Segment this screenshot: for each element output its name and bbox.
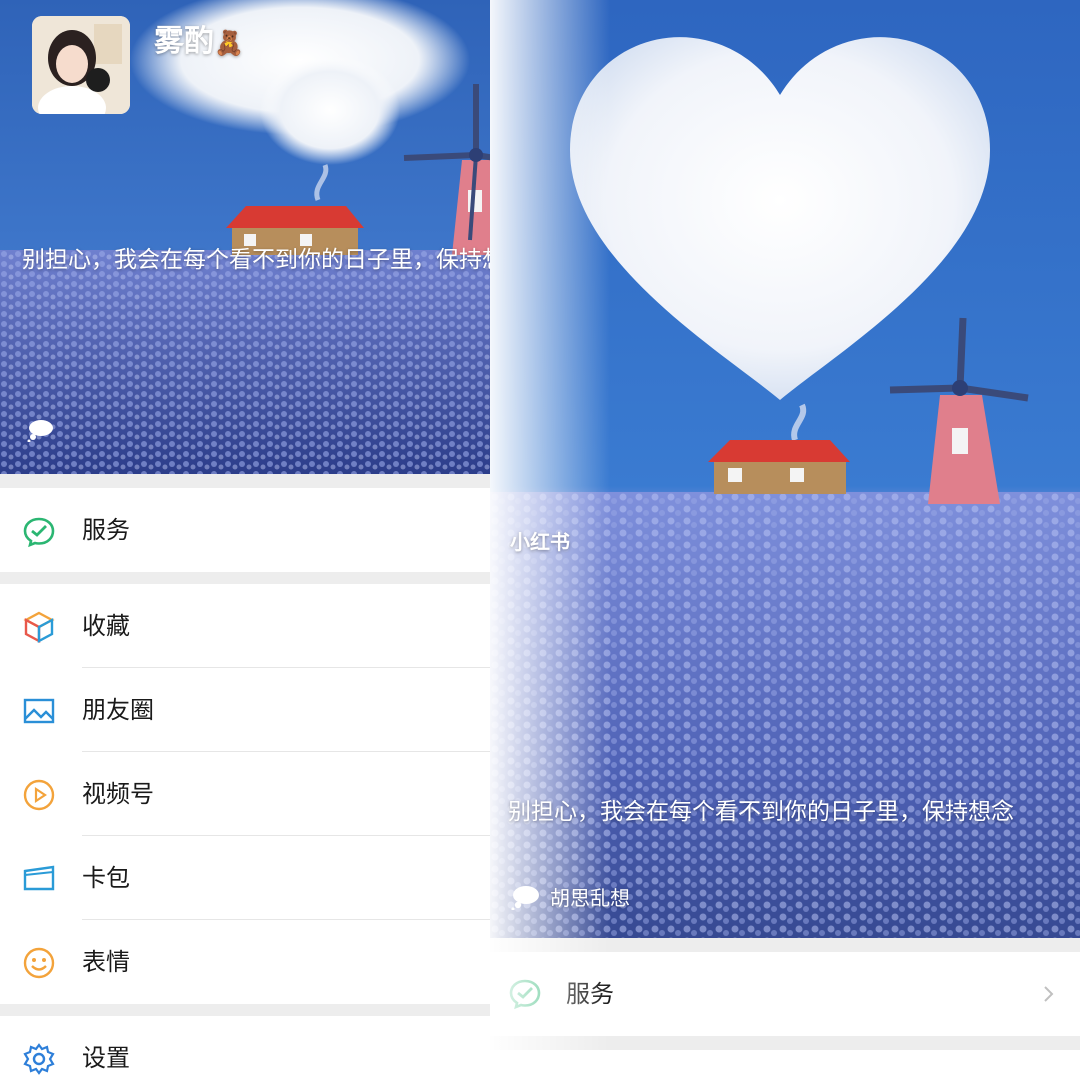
menu-item-label: 服务 — [82, 516, 130, 544]
nickname-emoji: 🧸 — [214, 29, 244, 57]
card-icon — [22, 862, 56, 896]
status-text[interactable]: 别担心，我会在每个看不到你的日子里，保持想念 — [22, 244, 562, 276]
nickname[interactable]: 雾酌🧸 — [154, 20, 244, 65]
menu-item-label: 设置 — [82, 1044, 130, 1072]
wechat-pay-icon — [22, 514, 56, 548]
watermark-logo: 小红书 — [510, 530, 570, 554]
menu-item-label: 卡包 — [82, 864, 130, 892]
right-status-panel: 小红书 别担心，我会在每个看不到你的日子里，保持想念 胡思乱想 服务 — [490, 0, 1080, 1080]
mood-label[interactable]: 胡思乱想 — [550, 884, 630, 912]
play-icon — [22, 778, 56, 812]
avatar[interactable] — [32, 16, 130, 114]
gear-icon — [22, 1042, 56, 1076]
menu-item-label: 收藏 — [82, 612, 130, 640]
menu-item-label: 表情 — [82, 948, 130, 976]
menu-item-label: 视频号 — [82, 780, 154, 808]
thought-bubble-icon — [510, 884, 540, 910]
thought-bubble-icon[interactable] — [26, 418, 54, 442]
nickname-text: 雾酌 — [154, 24, 214, 59]
status-text-large: 别担心，我会在每个看不到你的日子里，保持想念 — [508, 799, 1014, 825]
menu-item-label: 朋友圈 — [82, 696, 154, 724]
smile-icon — [22, 946, 56, 980]
cube-icon — [22, 610, 56, 644]
chevron-right-icon — [1042, 985, 1056, 1003]
image-icon — [22, 694, 56, 728]
